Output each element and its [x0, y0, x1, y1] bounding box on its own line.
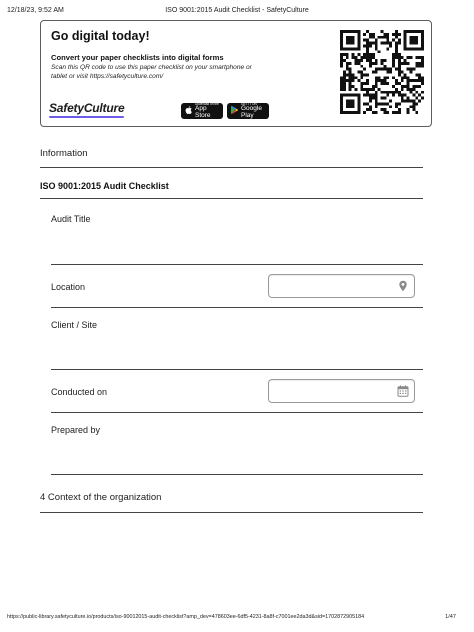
banner-subheadline: Convert your paper checklists into digit… [51, 53, 224, 62]
page-number: 1/47 [445, 614, 456, 620]
prepared-by-label: Prepared by [51, 425, 101, 435]
prepared-by-line[interactable] [51, 474, 423, 475]
audit-title-label: Audit Title [51, 214, 91, 224]
google-play-badge[interactable]: GET IT ON Google Play [227, 102, 269, 119]
qr-code-icon [340, 30, 424, 114]
brand-name: SafetyCulture [49, 101, 125, 115]
print-page-title: ISO 9001:2015 Audit Checklist - SafetyCu… [165, 7, 309, 14]
google-play-icon [231, 105, 238, 116]
information-heading: Information [40, 148, 88, 159]
app-store-big-text: App Store [195, 105, 211, 119]
location-input[interactable] [268, 274, 415, 298]
calendar-icon [397, 385, 409, 397]
divider [51, 307, 423, 308]
divider [40, 512, 423, 513]
client-site-line[interactable] [51, 369, 423, 370]
apple-icon [185, 106, 192, 116]
google-play-big-text: Google Play [241, 105, 262, 119]
divider [40, 198, 423, 199]
context-heading: 4 Context of the organization [40, 492, 162, 503]
location-label: Location [51, 282, 86, 292]
banner-headline: Go digital today! [51, 29, 150, 43]
client-site-label: Client / Site [51, 320, 98, 330]
print-footer-url: https://public-library.safetyculture.io/… [7, 614, 365, 620]
app-store-badge[interactable]: Download on the App Store [181, 102, 223, 119]
safetyculture-logo: SafetyCulture [49, 101, 125, 118]
divider [51, 412, 423, 413]
banner-description: Scan this QR code to use this paper chec… [51, 64, 252, 80]
brand-underline [49, 115, 125, 118]
audit-title-line[interactable] [51, 264, 423, 265]
checklist-title: ISO 9001:2015 Audit Checklist [40, 181, 169, 191]
conducted-on-input[interactable] [268, 379, 415, 403]
divider [40, 167, 423, 168]
map-pin-icon [399, 280, 407, 292]
conducted-on-label: Conducted on [51, 387, 108, 397]
